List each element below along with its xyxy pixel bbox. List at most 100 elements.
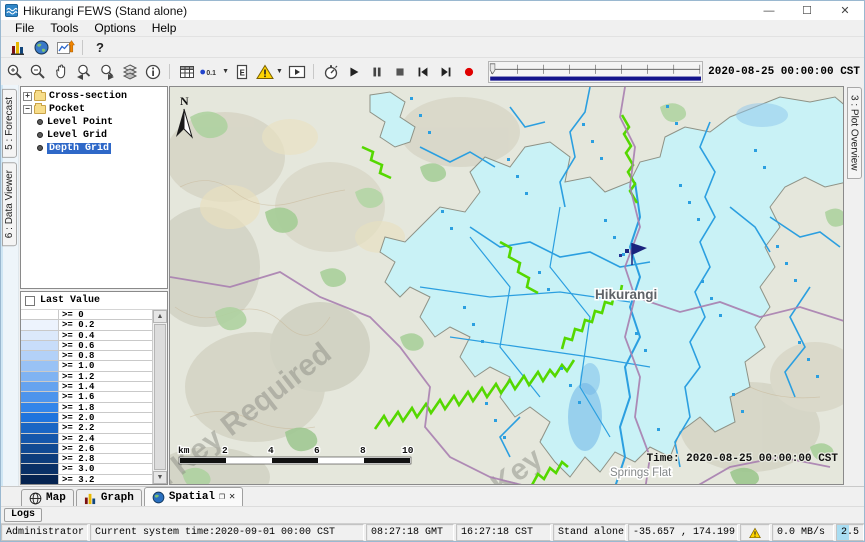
legend-threshold-label: >= 1.2: [59, 372, 152, 381]
pause-icon[interactable]: [365, 61, 388, 83]
left-panel: + Cross-section − Pocket Level Point Lev…: [19, 85, 169, 486]
right-tab-strip: 3 : Plot Overview: [844, 85, 864, 486]
tree-item-pocket[interactable]: − Pocket: [23, 103, 165, 115]
animation-speed-icon[interactable]: [319, 61, 342, 83]
zoom-previous-icon[interactable]: [72, 61, 95, 83]
legend-color-swatch: [21, 423, 59, 432]
scroll-thumb[interactable]: [154, 324, 166, 470]
tab-graph[interactable]: Graph: [76, 489, 142, 506]
status-memory: 2.5 GB: [836, 524, 864, 541]
animation-panel-icon[interactable]: [285, 61, 308, 83]
zoom-out-icon[interactable]: [26, 61, 49, 83]
minimize-button[interactable]: —: [750, 2, 788, 20]
main-toolbar: ?: [1, 37, 864, 58]
legend-panel-icon[interactable]: E: [230, 61, 253, 83]
expand-icon[interactable]: +: [23, 92, 32, 101]
map-canvas[interactable]: API Key Required API Key Required: [169, 86, 844, 485]
grid-display-icon[interactable]: [175, 61, 198, 83]
warning-icon: [748, 527, 762, 539]
legend-color-swatch: [21, 464, 59, 473]
scroll-down-icon[interactable]: ▼: [153, 471, 167, 484]
legend-threshold-label: >= 3.0: [59, 464, 152, 473]
tab-forecast[interactable]: 5 : Forecast: [2, 89, 17, 158]
status-warning[interactable]: [740, 524, 770, 541]
legend-color-swatch: [21, 341, 59, 350]
legend-row[interactable]: >= 0.2: [21, 320, 152, 330]
maximize-button[interactable]: ☐: [788, 2, 826, 20]
legend-row[interactable]: >= 0: [21, 310, 152, 320]
title-bar: Hikurangi FEWS (Stand alone) — ☐ ✕: [1, 1, 864, 20]
legend-row[interactable]: >= 2.2: [21, 423, 152, 433]
legend-row[interactable]: >= 2.8: [21, 454, 152, 464]
scroll-up-icon[interactable]: ▲: [153, 310, 167, 323]
skip-to-end-icon[interactable]: [434, 61, 457, 83]
globe-icon: [152, 491, 165, 504]
tab-map[interactable]: Map: [21, 489, 74, 506]
legend-threshold-label: >= 1.0: [59, 361, 152, 370]
menu-help[interactable]: Help: [144, 20, 185, 36]
zoom-next-icon[interactable]: [95, 61, 118, 83]
menu-tools[interactable]: Tools: [42, 20, 86, 36]
svg-text:6: 6: [314, 445, 320, 456]
legend-threshold-label: >= 1.4: [59, 382, 152, 391]
map-display-icon[interactable]: [29, 38, 53, 57]
legend-row[interactable]: >= 2.4: [21, 434, 152, 444]
legend-threshold-label: >= 2.0: [59, 413, 152, 422]
legend-row[interactable]: >= 3.0: [21, 464, 152, 474]
legend-row[interactable]: >= 0.8: [21, 351, 152, 361]
legend-row[interactable]: >= 1.0: [21, 361, 152, 371]
tree-item-depth-grid[interactable]: Depth Grid: [23, 142, 165, 154]
logs-row: Logs: [1, 506, 864, 523]
legend-row[interactable]: >= 0.4: [21, 331, 152, 341]
timeseries-dialog-icon[interactable]: [53, 38, 77, 57]
legend-row[interactable]: >= 1.4: [21, 382, 152, 392]
scale-bar-segments: [179, 457, 411, 464]
legend-color-swatch: [21, 454, 59, 463]
info-icon[interactable]: [141, 61, 164, 83]
pan-icon[interactable]: [49, 61, 72, 83]
collapse-icon[interactable]: −: [23, 105, 32, 114]
window-title: Hikurangi FEWS (Stand alone): [23, 4, 187, 18]
stop-icon[interactable]: [388, 61, 411, 83]
map-time-label: Time: 2020-08-25 00:00:00 CST: [647, 453, 839, 465]
tree-item-cross-section[interactable]: + Cross-section: [23, 90, 165, 102]
explorer-icon[interactable]: [5, 38, 29, 57]
legend-row[interactable]: >= 0.6: [21, 341, 152, 351]
tab-spatial[interactable]: Spatial ❐ ✕: [144, 487, 243, 506]
point-label-icon[interactable]: 0.1 ▼: [198, 61, 230, 83]
time-slider[interactable]: [488, 61, 703, 83]
last-value-checkbox[interactable]: [25, 296, 35, 306]
legend-threshold-label: >= 2.6: [59, 444, 152, 453]
toolbar-separator: [313, 64, 314, 79]
warnings-icon[interactable]: ▼: [253, 61, 285, 83]
close-button[interactable]: ✕: [826, 2, 864, 20]
legend-color-swatch: [21, 434, 59, 443]
legend-row[interactable]: >= 2.0: [21, 413, 152, 423]
menu-file[interactable]: File: [7, 20, 42, 36]
legend-row[interactable]: >= 1.6: [21, 392, 152, 402]
zoom-in-icon[interactable]: [3, 61, 26, 83]
legend-row[interactable]: >= 2.6: [21, 444, 152, 454]
legend-row[interactable]: >= 1.8: [21, 403, 152, 413]
legend-row[interactable]: >= 3.2: [21, 475, 152, 484]
svg-text:E: E: [239, 68, 245, 78]
tab-maximize-icon[interactable]: ❐: [219, 491, 225, 503]
help-icon[interactable]: ?: [88, 38, 112, 57]
tab-data-viewer[interactable]: 6 : Data Viewer: [2, 162, 17, 246]
menu-options[interactable]: Options: [86, 20, 143, 36]
tree-item-level-point[interactable]: Level Point: [23, 116, 165, 128]
status-coordinates: -35.657 , 174.199: [628, 524, 738, 541]
tree-item-level-grid[interactable]: Level Grid: [23, 129, 165, 141]
legend-threshold-label: >= 0.4: [59, 331, 152, 340]
legend-color-swatch: [21, 351, 59, 360]
tab-plot-overview[interactable]: 3 : Plot Overview: [847, 87, 862, 179]
record-icon[interactable]: [457, 61, 480, 83]
legend-scrollbar[interactable]: ▲ ▼: [153, 310, 167, 484]
skip-to-start-icon[interactable]: [411, 61, 434, 83]
legend-row[interactable]: >= 1.2: [21, 372, 152, 382]
play-icon[interactable]: [342, 61, 365, 83]
logs-button[interactable]: Logs: [4, 508, 42, 522]
svg-text:0.1: 0.1: [206, 69, 216, 76]
layers-icon[interactable]: [118, 61, 141, 83]
tab-close-icon[interactable]: ✕: [229, 491, 235, 503]
